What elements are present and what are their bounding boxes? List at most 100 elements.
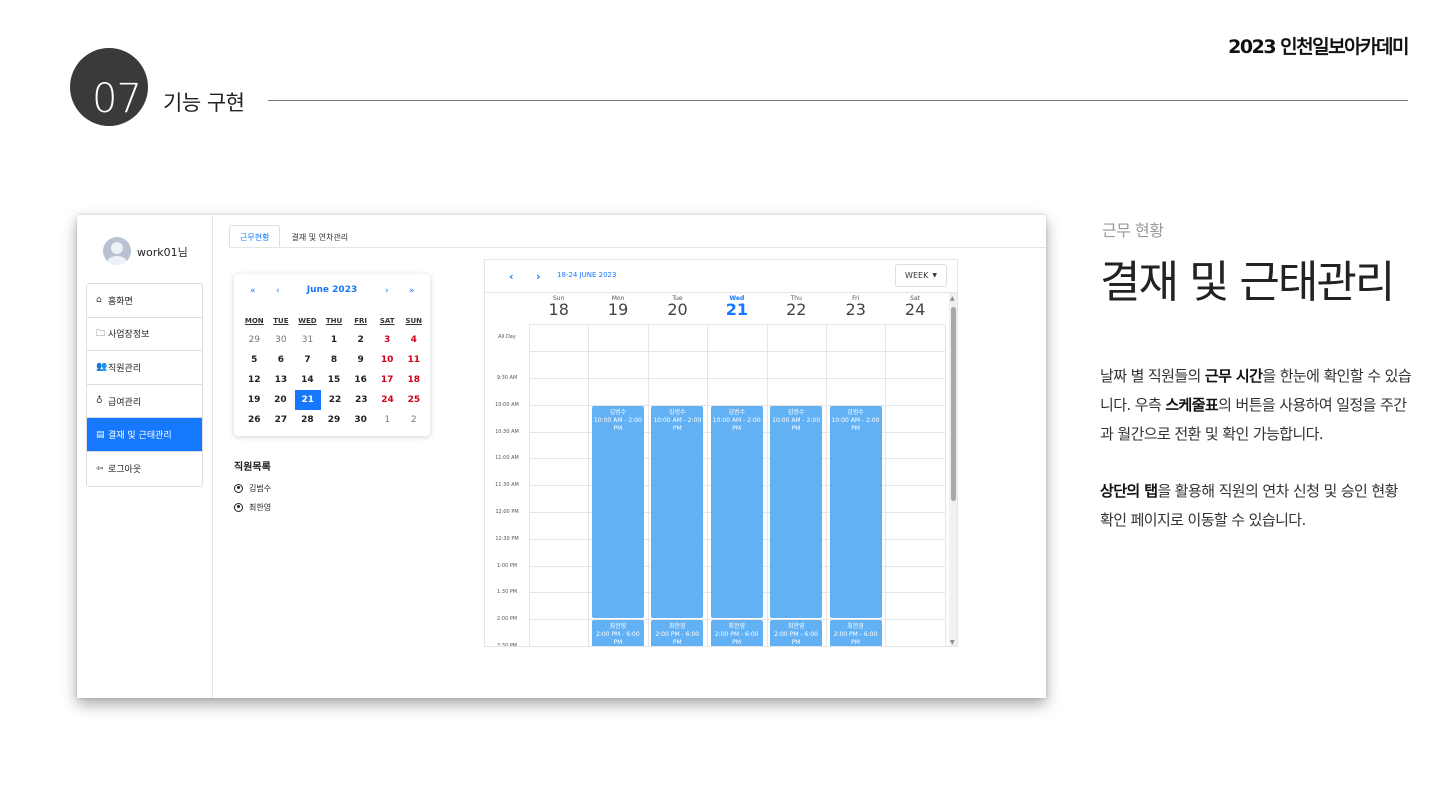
sidebar-item-briefcase[interactable]: 🗀 사업장정보 bbox=[87, 318, 202, 352]
event-block[interactable]: 김범수 10:00 AM - 2:00 PM bbox=[710, 405, 763, 619]
calendar-day[interactable]: 19 bbox=[241, 390, 267, 410]
scrollbar-thumb[interactable] bbox=[951, 307, 956, 501]
calendar-scrollbar[interactable]: ▲ ▼ bbox=[949, 293, 957, 646]
calendar-day[interactable]: 30 bbox=[268, 330, 295, 350]
sidebar-menu: ⌂ 홈화면 🗀 사업장정보 👥 직원관리 ♁ 급여관리 ▤ 결재 및 근태관리 ⇦ 로그아웃 bbox=[86, 283, 203, 487]
calendar-day[interactable]: 4 bbox=[400, 330, 427, 350]
event-block[interactable]: 김범수 10:00 AM - 2:00 PM bbox=[651, 405, 704, 619]
event-name: 김범수 bbox=[728, 408, 745, 416]
event-block[interactable]: 최한영 2:00 PM - 6:00 PM bbox=[770, 620, 823, 647]
calendar-week-row: 5 6 7 8 9 10 11 bbox=[241, 350, 427, 370]
time-label: 10:00 AM bbox=[495, 401, 519, 408]
day-date: 24 bbox=[904, 300, 926, 319]
calendar-day[interactable]: 28 bbox=[294, 410, 321, 430]
caret-down-icon: ▼ bbox=[932, 272, 937, 279]
employee-item[interactable]: 최한영 bbox=[234, 502, 271, 513]
view-select[interactable]: WEEK ▼ bbox=[895, 264, 947, 287]
calendar-day[interactable]: 27 bbox=[268, 410, 295, 430]
event-block[interactable]: 최한영 2:00 PM - 6:00 PM bbox=[829, 620, 882, 646]
tab-bar: 근무현황 결재 및 연차관리 bbox=[229, 225, 359, 247]
sidebar-item-logout[interactable]: ⇦ 로그아웃 bbox=[87, 452, 202, 486]
calendar-day[interactable]: 14 bbox=[294, 370, 321, 390]
calendar-day[interactable]: 6 bbox=[268, 350, 295, 370]
event-block[interactable]: 김범수 10:00 AM - 2:00 PM bbox=[770, 405, 823, 619]
day-header[interactable]: Fri 23 bbox=[826, 294, 885, 318]
user-circle-icon bbox=[234, 503, 243, 512]
day-header[interactable]: Tue 20 bbox=[648, 294, 707, 318]
event-block[interactable]: 최한영 2:00 PM - 6:00 PM bbox=[710, 620, 763, 646]
calendar-day[interactable]: 1 bbox=[321, 330, 348, 350]
scroll-down-icon[interactable]: ▼ bbox=[950, 639, 955, 646]
calendar-day[interactable]: 21 bbox=[294, 390, 321, 410]
calendar-day[interactable]: 2 bbox=[400, 410, 427, 430]
calendar-day[interactable]: 25 bbox=[401, 390, 427, 410]
prev-week-button[interactable]: ‹ bbox=[509, 270, 514, 283]
day-header[interactable]: Wed 21 bbox=[707, 294, 766, 318]
calendar-day[interactable]: 13 bbox=[268, 370, 295, 390]
grid-line bbox=[529, 324, 945, 325]
calendar-day[interactable]: 2 bbox=[347, 330, 374, 350]
next-week-button[interactable]: › bbox=[536, 270, 541, 283]
calendar-day[interactable]: 29 bbox=[321, 410, 348, 430]
sidebar-item-users[interactable]: 👥 직원관리 bbox=[87, 351, 202, 385]
calendar-day[interactable]: 8 bbox=[321, 350, 348, 370]
event-block[interactable]: 최한영 2:00 PM - 6:00 PM bbox=[591, 620, 644, 646]
event-block[interactable]: 김범수 10:00 AM - 2:00 PM bbox=[591, 405, 644, 619]
calendar-day[interactable]: 26 bbox=[241, 410, 268, 430]
body-text: 날짜 별 직원들의 bbox=[1100, 367, 1205, 385]
calendar-day[interactable]: 7 bbox=[294, 350, 321, 370]
calendar-day[interactable]: 17 bbox=[374, 370, 401, 390]
next-month-button[interactable]: › bbox=[385, 286, 389, 296]
calendar-day[interactable]: 3 bbox=[374, 330, 401, 350]
calendar-day[interactable]: 5 bbox=[241, 350, 268, 370]
day-header[interactable]: Sun 18 bbox=[529, 294, 588, 318]
next-year-button[interactable]: » bbox=[409, 286, 415, 296]
calendar-day[interactable]: 16 bbox=[347, 370, 374, 390]
calendar-day[interactable]: 20 bbox=[267, 390, 293, 410]
time-label: 12:00 PM bbox=[495, 509, 519, 515]
sidebar-item-money-bag[interactable]: ♁ 급여관리 bbox=[87, 385, 202, 419]
event-name: 김범수 bbox=[609, 408, 627, 416]
calendar-day[interactable]: 10 bbox=[374, 350, 401, 370]
time-label: 11:30 AM bbox=[495, 482, 519, 489]
tab-0[interactable]: 근무현황 bbox=[229, 225, 281, 247]
week-range: 18-24 JUNE 2023 bbox=[557, 271, 617, 279]
calendar-day[interactable]: 29 bbox=[241, 330, 268, 350]
day-header[interactable]: Mon 19 bbox=[588, 294, 647, 318]
event-block[interactable]: 최한영 2:00 PM - 6:00 PM bbox=[651, 620, 704, 646]
scroll-up-icon[interactable]: ▲ bbox=[950, 295, 955, 302]
mini-calendar-title[interactable]: June 2023 bbox=[234, 285, 430, 295]
day-date: 22 bbox=[786, 300, 807, 319]
event-name: 최한영 bbox=[609, 623, 627, 631]
section-title: 기능 구현 bbox=[163, 91, 245, 115]
calendar-day[interactable]: 22 bbox=[322, 390, 348, 410]
event-block[interactable]: 김범수 10:00 AM - 2:00 PM bbox=[829, 405, 882, 619]
event-time: 10:00 AM - 2:00 PM bbox=[772, 416, 821, 432]
calendar-day[interactable]: 1 bbox=[374, 410, 401, 430]
calendar-day[interactable]: 31 bbox=[294, 330, 321, 350]
section-number: 07 bbox=[92, 76, 142, 122]
calendar-day[interactable]: 24 bbox=[374, 390, 400, 410]
grid-line bbox=[529, 378, 945, 379]
day-header[interactable]: Thu 22 bbox=[767, 294, 826, 318]
description-paragraph-2: 상단의 탭을 활용해 직원의 연차 신청 및 승인 현황 확인 페이지로 이동할… bbox=[1100, 477, 1412, 535]
logout-icon: ⇦ bbox=[96, 463, 104, 474]
right-panel-title: 결재 및 근태관리 bbox=[1100, 257, 1395, 308]
sidebar-item-calendar[interactable]: ▤ 결재 및 근태관리 bbox=[87, 418, 202, 452]
calendar-day[interactable]: 15 bbox=[321, 370, 348, 390]
calendar-day[interactable]: 30 bbox=[347, 410, 374, 430]
mini-calendar: « ‹ June 2023 › » MON TUE WED THU FRI SAT SUN … bbox=[234, 274, 430, 436]
calendar-day[interactable]: 12 bbox=[241, 370, 268, 390]
employee-item[interactable]: 김범수 bbox=[234, 483, 271, 494]
tab-1[interactable]: 결재 및 연차관리 bbox=[280, 225, 359, 247]
calendar-day[interactable]: 23 bbox=[348, 390, 374, 410]
sidebar-item-home[interactable]: ⌂ 홈화면 bbox=[87, 284, 202, 318]
calendar-day[interactable]: 11 bbox=[400, 350, 427, 370]
time-label: 11:00 AM bbox=[495, 455, 519, 462]
calendar-day[interactable]: 18 bbox=[400, 370, 427, 390]
sidebar-item-label: 로그아웃 bbox=[108, 465, 142, 476]
avatar[interactable] bbox=[103, 237, 131, 265]
day-header[interactable]: Sat 24 bbox=[885, 294, 944, 318]
calendar-day[interactable]: 9 bbox=[347, 350, 374, 370]
event-time: 2:00 PM - 6:00 PM bbox=[774, 631, 818, 647]
